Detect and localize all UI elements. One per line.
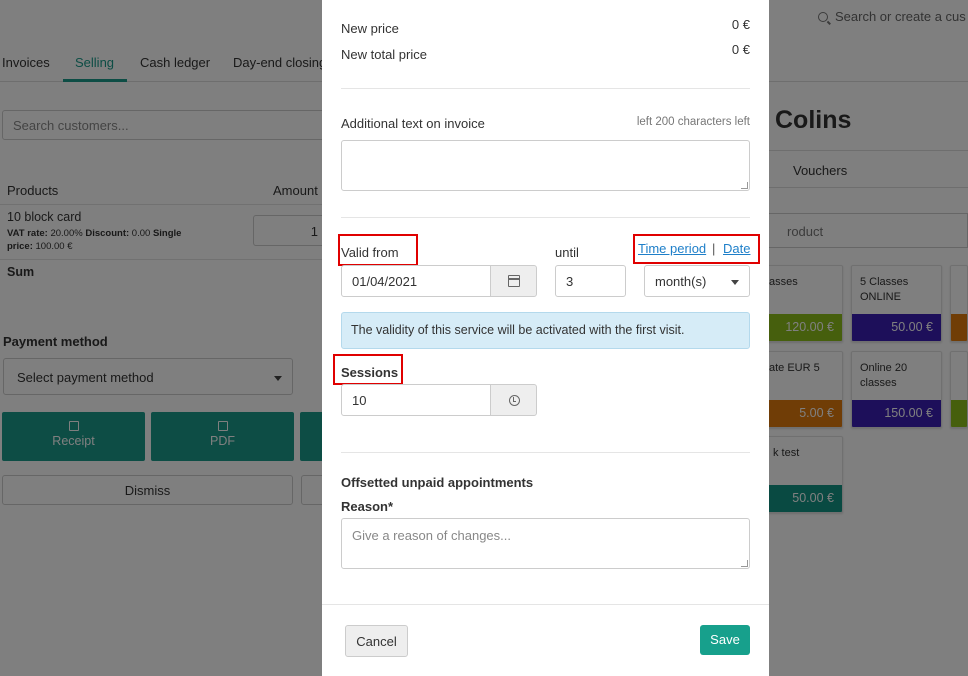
offset-label: Offsetted unpaid appointments [341,475,534,490]
valid-from-input[interactable]: 01/04/2021 [341,265,491,297]
clock-icon [509,395,520,406]
caret-down-icon [731,280,739,285]
info-alert: The validity of this service will be act… [341,312,750,349]
sessions-input[interactable]: 10 [341,384,491,416]
until-label: until [555,245,579,260]
until-input[interactable]: 3 [555,265,626,297]
divider [341,217,750,218]
calendar-icon [508,275,520,287]
until-unit-select[interactable]: month(s) [644,265,750,297]
cancel-button[interactable]: Cancel [345,625,408,657]
new-total-price-value: 0 € [731,42,750,57]
sessions-addon[interactable] [490,384,537,416]
additional-text-label: Additional text on invoice [341,116,485,131]
divider [341,452,750,453]
calendar-button[interactable] [490,265,537,297]
highlight-box [333,354,403,385]
new-total-price-label: New total price [341,47,427,62]
highlight-box [633,234,760,264]
save-button[interactable]: Save [700,625,750,655]
resize-handle-icon[interactable] [741,182,748,189]
highlight-box [338,234,418,266]
reason-input[interactable]: Give a reason of changes... [341,518,750,569]
additional-text-input[interactable] [341,140,750,191]
reason-label: Reason* [341,499,394,514]
new-price-value: 0 € [731,17,750,32]
divider [341,88,750,89]
footer-divider [322,604,769,605]
resize-handle-icon[interactable] [741,560,748,567]
new-price-label: New price [341,21,399,36]
edit-service-modal: New price 0 € New total price 0 € Additi… [322,0,769,676]
chars-left-hint: left 200 characters left [636,116,750,128]
